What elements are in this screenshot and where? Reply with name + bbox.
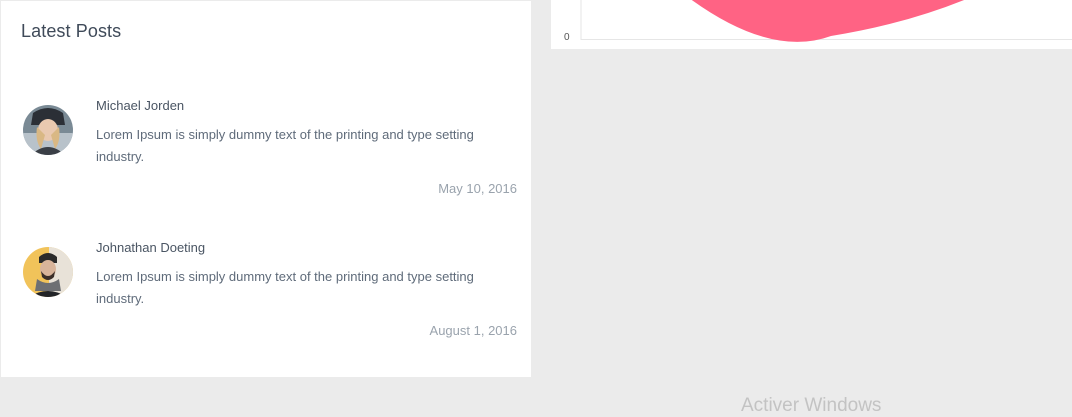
- post-author[interactable]: Johnathan Doeting: [96, 240, 205, 255]
- post-text: Lorem Ipsum is simply dummy text of the …: [96, 127, 474, 164]
- latest-posts-card: Latest Posts Michael Jorden Lorem Ipsum …: [1, 1, 531, 377]
- activate-windows-watermark: Activer Windows: [741, 395, 882, 416]
- avatar[interactable]: [23, 105, 73, 155]
- post-date: May 10, 2016: [438, 181, 517, 196]
- y-axis-tick-label: 0: [564, 32, 570, 43]
- post-date: August 1, 2016: [429, 323, 517, 338]
- post-text: Lorem Ipsum is simply dummy text of the …: [96, 269, 474, 306]
- chart-canvas: [580, 0, 1072, 42]
- avatar-woman-icon: [23, 105, 73, 155]
- avatar-man-icon: [23, 247, 73, 297]
- avatar[interactable]: [23, 247, 73, 297]
- chart-card: 0: [551, 0, 1072, 49]
- latest-posts-title: Latest Posts: [21, 21, 122, 41]
- post-author[interactable]: Michael Jorden: [96, 98, 184, 113]
- chart-area-shape: [691, 0, 965, 42]
